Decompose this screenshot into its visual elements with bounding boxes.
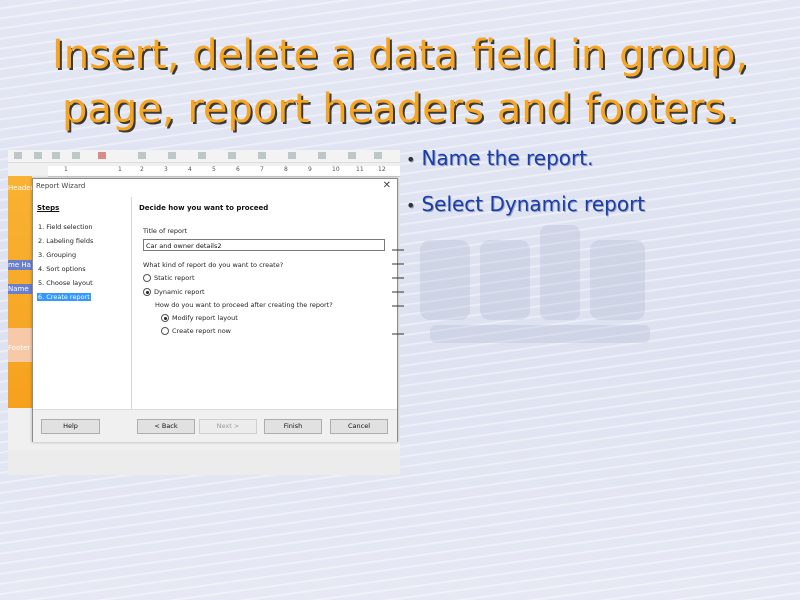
wizard-heading: Decide how you want to proceed: [139, 204, 269, 212]
wizard-content: Decide how you want to proceed Title of …: [133, 197, 395, 409]
toolbar-icon[interactable]: [374, 152, 382, 159]
create-now-radio[interactable]: Create report now: [161, 327, 231, 335]
report-title-input[interactable]: Car and owner details2: [143, 239, 385, 251]
ruler-tick: 8: [284, 166, 288, 173]
step-choose-layout[interactable]: 5. Choose layout: [37, 279, 94, 287]
ruler-tick: 7: [260, 166, 264, 173]
back-button[interactable]: < Back: [137, 419, 195, 434]
section-label[interactable]: Header: [8, 184, 34, 192]
ruler-tick: 9: [308, 166, 312, 173]
step-labeling-fields[interactable]: 2. Labeling fields: [37, 237, 94, 245]
static-report-radio[interactable]: Static report: [143, 274, 195, 282]
ruler-tick: 4: [188, 166, 192, 173]
radio-label: Modify report layout: [172, 314, 238, 322]
radio-label: Dynamic report: [154, 288, 205, 296]
ruler-tick: 1: [118, 166, 122, 173]
toolbar-icon[interactable]: [318, 152, 326, 159]
bullet-item: • Name the report.: [406, 144, 796, 190]
separator-lines: [392, 249, 404, 335]
app-screenshot: 1 1 2 3 4 5 6 7 8 9 10 11 12 Header me H…: [8, 150, 400, 475]
slide-title-line-2: page, report headers and footers.: [62, 86, 738, 132]
toolbar-icon[interactable]: [34, 152, 42, 159]
toolbar-icon[interactable]: [198, 152, 206, 159]
ruler-tick: 12: [378, 166, 386, 173]
close-icon[interactable]: ✕: [383, 180, 391, 191]
ruler-tick: 11: [356, 166, 364, 173]
proceed-question: How do you want to proceed after creatin…: [155, 301, 333, 309]
section-label[interactable]: Footer: [8, 344, 30, 352]
dynamic-report-radio[interactable]: Dynamic report: [143, 288, 205, 296]
modify-layout-radio[interactable]: Modify report layout: [161, 314, 238, 322]
report-canvas-bottom: [8, 450, 400, 475]
bullet-dot-icon: •: [406, 150, 416, 169]
bullet-text: Select Dynamic report: [421, 192, 646, 216]
report-wizard-dialog: Report Wizard ✕ Steps 1. Field selection…: [32, 178, 398, 442]
report-sections-bar: Header me Ha Name Footer: [8, 176, 38, 408]
toolbar-icon[interactable]: [14, 152, 22, 159]
step-field-selection[interactable]: 1. Field selection: [37, 223, 94, 231]
ruler-tick: 5: [212, 166, 216, 173]
toolbar-icon[interactable]: [98, 152, 106, 159]
step-grouping[interactable]: 3. Grouping: [37, 251, 77, 259]
title-of-report-label: Title of report: [143, 227, 188, 235]
dialog-titlebar[interactable]: Report Wizard ✕: [33, 179, 397, 195]
slide-title-line-1: Insert, delete a data field in group,: [51, 32, 748, 78]
radio-selected-icon: [143, 288, 151, 296]
ruler-tick: 3: [164, 166, 168, 173]
steps-panel: Steps 1. Field selection 2. Labeling fie…: [33, 197, 132, 409]
ruler-tick: 1: [64, 166, 68, 173]
next-button[interactable]: Next >: [199, 419, 257, 434]
ruler: 1 1 2 3 4 5 6 7 8 9 10 11 12: [48, 166, 400, 177]
finish-button[interactable]: Finish: [264, 419, 322, 434]
watermark-logo-icon: [420, 225, 650, 343]
radio-circle-icon: [161, 327, 169, 335]
toolbar-icon[interactable]: [52, 152, 60, 159]
radio-selected-icon: [161, 314, 169, 322]
toolbar-icon[interactable]: [288, 152, 296, 159]
step-create-report[interactable]: 6. Create report: [37, 293, 91, 301]
toolbar: [8, 150, 400, 163]
ruler-tick: 10: [332, 166, 340, 173]
help-button[interactable]: Help: [41, 419, 100, 434]
bullet-text: Name the report.: [421, 146, 594, 170]
report-kind-question: What kind of report do you want to creat…: [143, 261, 284, 269]
ruler-tick: 6: [236, 166, 240, 173]
bullet-dot-icon: •: [406, 196, 416, 215]
toolbar-icon[interactable]: [258, 152, 266, 159]
toolbar-icon[interactable]: [168, 152, 176, 159]
toolbar-icon[interactable]: [138, 152, 146, 159]
slide-title: Insert, delete a data field in group, pa…: [0, 28, 800, 136]
toolbar-icon[interactable]: [72, 152, 80, 159]
toolbar-icon[interactable]: [348, 152, 356, 159]
steps-heading: Steps: [37, 204, 60, 212]
radio-label: Static report: [154, 274, 195, 282]
ruler-tick: 2: [140, 166, 144, 173]
toolbar-icon[interactable]: [228, 152, 236, 159]
dialog-button-bar: Help < Back Next > Finish Cancel: [33, 409, 397, 442]
cancel-button[interactable]: Cancel: [330, 419, 388, 434]
dialog-title: Report Wizard: [36, 182, 86, 190]
radio-circle-icon: [143, 274, 151, 282]
step-sort-options[interactable]: 4. Sort options: [37, 265, 87, 273]
radio-label: Create report now: [172, 327, 231, 335]
